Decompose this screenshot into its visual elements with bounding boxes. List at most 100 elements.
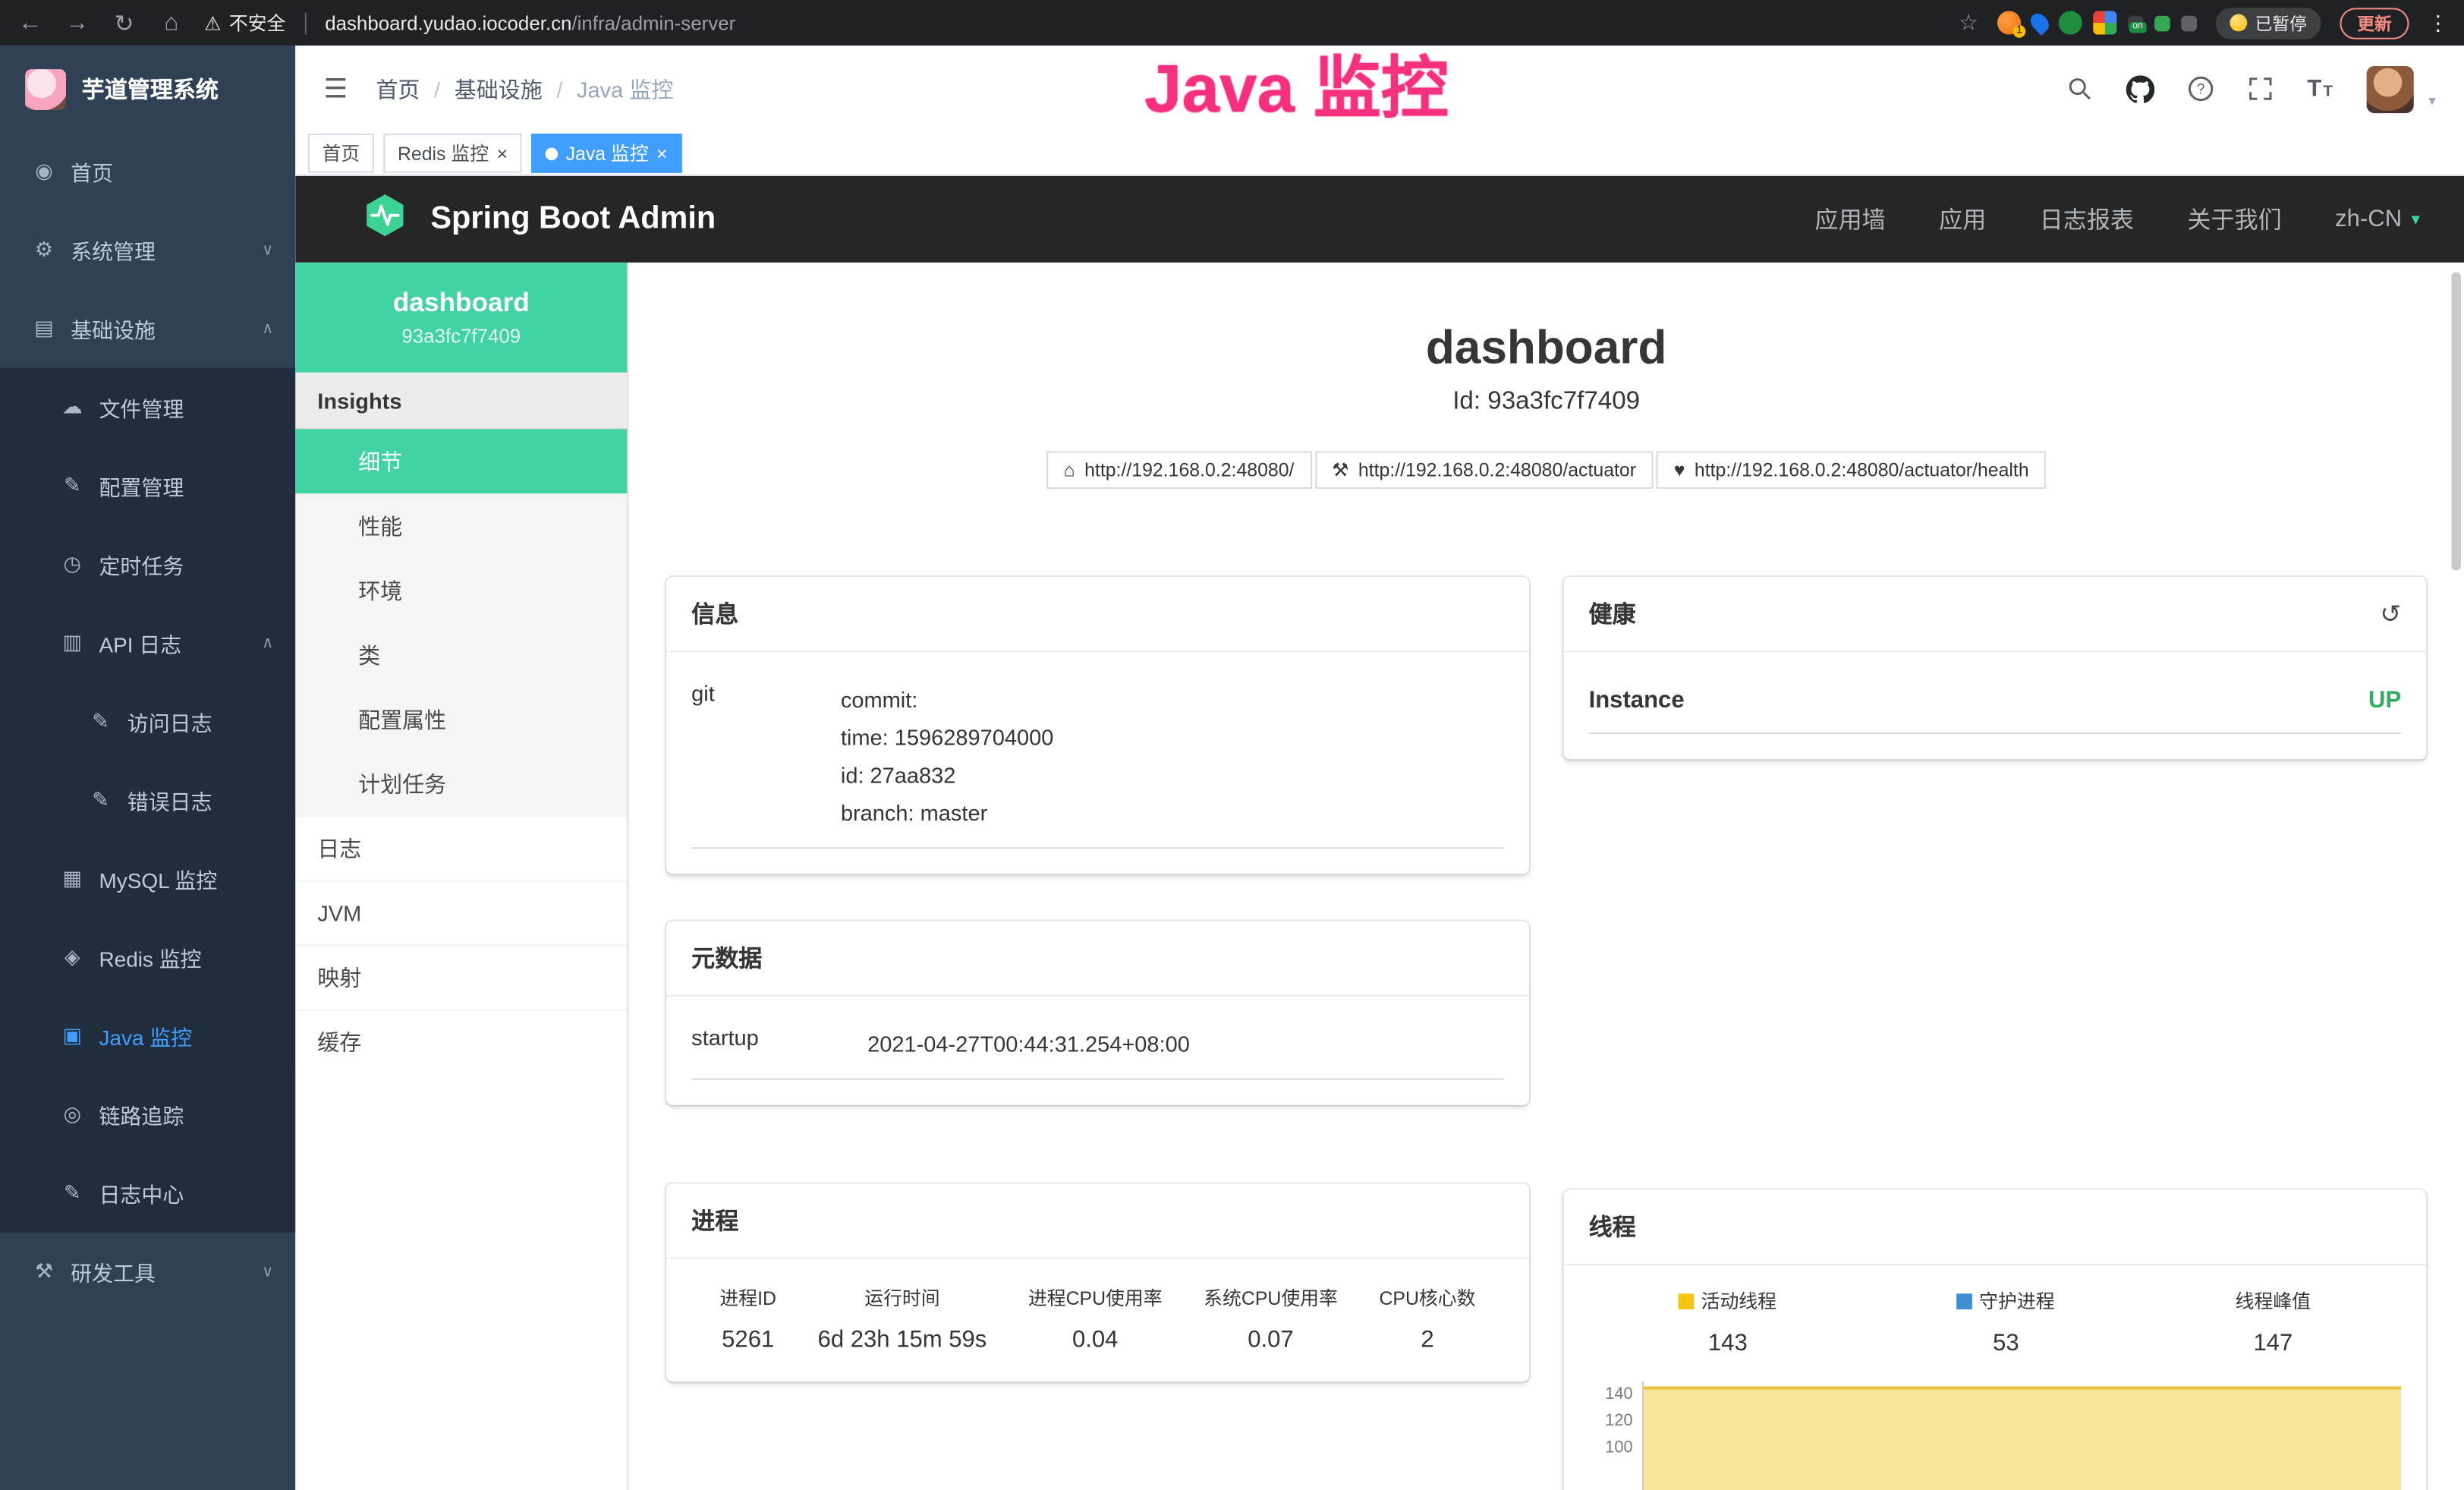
sidebar-item-system[interactable]: ⚙ 系统管理 ∨ [0,210,295,289]
sidebar-item-tracing[interactable]: ◎ 链路追踪 [0,1075,295,1154]
avatar[interactable] [2368,65,2415,112]
browser-chrome: ← → ↻ ⌂ ⚠ 不安全 dashboard.yudao.iocoder.cn… [0,0,2464,46]
security-indicator[interactable]: ⚠ 不安全 [204,9,285,36]
sidebar-item-home[interactable]: ◉ 首页 [0,132,295,211]
sba-app-id: 93a3fc7f7409 [401,326,521,348]
main-sidebar: 芋道管理系统 ◉ 首页 ⚙ 系统管理 ∨ ▤ 基础设施 ∧ ☁ 文件管理 ✎ 配… [0,46,295,1490]
page-subtitle: Id: 93a3fc7f7409 [628,388,2464,416]
sidebar-item-config[interactable]: ✎ 配置管理 [0,446,295,525]
close-icon[interactable]: × [496,142,508,164]
tab-home[interactable]: 首页 [308,134,374,173]
sba-item-details[interactable]: 细节 [295,429,627,493]
health-url-link[interactable]: ♥ http://192.168.0.2:48080/actuator/heal… [1657,451,2046,489]
tab-redis-monitor[interactable]: Redis 监控 × [383,134,521,173]
sidebar-item-mysql[interactable]: ▦ MySQL 监控 [0,840,295,918]
link-url: http://192.168.0.2:48080/ [1084,459,1294,481]
app-logo-row[interactable]: 芋道管理系统 [0,46,295,132]
legend-swatch-blue [1957,1293,1973,1309]
sidebar-item-label: MySQL 监控 [99,863,217,894]
forward-icon[interactable]: → [63,9,91,36]
extension-icon-leaf[interactable] [2154,15,2170,31]
sidebar-item-error-log[interactable]: ✎ 错误日志 [0,761,295,840]
chevron-down-icon: ▾ [2412,209,2420,229]
stat-label: 运行时间 [864,1284,939,1311]
breadcrumb-infra[interactable]: 基础设施 [455,73,543,104]
sidebar-item-log-center[interactable]: ✎ 日志中心 [0,1154,295,1233]
reload-icon[interactable]: ↻ [110,8,138,36]
sidebar-item-api-log[interactable]: ▥ API 日志 ∧ [0,603,295,682]
sba-locale-select[interactable]: zh-CN ▾ [2335,206,2420,232]
tab-label: Redis 监控 [398,140,489,166]
sba-item-caches[interactable]: 缓存 [295,1009,627,1073]
github-icon[interactable] [2126,74,2154,102]
hamburger-icon[interactable]: ☰ [324,73,348,104]
extension-icon-puzzle[interactable] [2181,15,2197,31]
infra-submenu: ☁ 文件管理 ✎ 配置管理 ◷ 定时任务 ▥ API 日志 ∧ ✎ 访问日志 ✎ [0,368,295,1233]
sba-nav-about[interactable]: 关于我们 [2187,203,2281,235]
back-icon[interactable]: ← [16,9,44,36]
edit-icon: ✎ [60,473,85,498]
sba-item-classes[interactable]: 类 [295,622,627,687]
bookmark-star-icon[interactable]: ☆ [1959,9,1978,36]
sidebar-item-label: 错误日志 [127,784,212,815]
metadata-key: startup [691,1025,867,1063]
sba-app-header[interactable]: dashboard 93a3fc7f7409 [295,263,627,373]
browser-menu-icon[interactable]: ⋮ [2428,10,2448,35]
sidebar-item-access-log[interactable]: ✎ 访问日志 [0,682,295,761]
breadcrumb-home[interactable]: 首页 [376,73,420,104]
health-card: 健康 ↺ Instance UP [1563,577,2426,759]
threads-card: 线程 活动线程 143 守护进程 [1563,1190,2426,1490]
avatar-caret-icon: ▾ [2428,92,2435,112]
sba-item-logs[interactable]: 日志 [295,816,627,880]
extension-icon-switch[interactable]: on [2128,15,2144,31]
extension-icon-green[interactable] [2059,11,2082,34]
tab-java-monitor[interactable]: Java 监控 × [531,134,681,173]
dashboard-icon: ◉ [31,159,56,184]
scrollbar-thumb[interactable] [2451,272,2460,570]
sba-app-name: dashboard [393,288,530,319]
extension-icon-orange[interactable]: 1 [1997,11,2021,34]
locale-value: zh-CN [2335,206,2402,232]
active-dot-icon [546,147,559,160]
sba-item-jvm[interactable]: JVM [295,880,627,945]
threads-legend: 活动线程 143 守护进程 53 线程峰值 [1589,1284,2402,1356]
extension-icon-drop[interactable] [2027,10,2053,36]
home-icon[interactable]: ⌂ [157,9,185,36]
sba-item-mappings[interactable]: 映射 [295,945,627,1010]
sidebar-item-devtools[interactable]: ⚒ 研发工具 ∨ [0,1233,295,1312]
sba-item-environment[interactable]: 环境 [295,558,627,622]
sba-item-configprops[interactable]: 配置属性 [295,687,627,751]
warning-icon: ⚠ [204,12,221,34]
stat-label: 系统CPU使用率 [1204,1284,1338,1311]
paused-pill[interactable]: 已暂停 [2216,7,2321,38]
stat-value: 6d 23h 15m 59s [818,1327,987,1353]
service-url-link[interactable]: ⌂ http://192.168.0.2:48080/ [1046,451,1311,489]
sba-item-metrics[interactable]: 性能 [295,493,627,558]
help-icon[interactable]: ? [2188,75,2214,102]
search-icon[interactable] [2066,75,2093,102]
update-button[interactable]: 更新 [2340,7,2409,38]
sba-item-scheduled-tasks[interactable]: 计划任务 [295,751,627,816]
sba-nav-applications[interactable]: 应用 [1939,203,1986,235]
sba-nav-wallboard[interactable]: 应用墙 [1815,203,1886,235]
address-bar[interactable]: dashboard.yudao.iocoder.cn/infra/admin-s… [325,12,735,34]
extensions-area: 1 on [1997,11,2197,34]
sidebar-item-label: 研发工具 [71,1256,156,1287]
history-icon[interactable]: ↺ [2380,598,2401,629]
legend-live-threads: 活动线程 143 [1679,1287,1776,1356]
sidebar-item-redis[interactable]: ◈ Redis 监控 [0,918,295,997]
sidebar-item-java[interactable]: ▣ Java 监控 [0,997,295,1076]
sidebar-item-files[interactable]: ☁ 文件管理 [0,368,295,447]
close-icon[interactable]: × [656,142,668,164]
fullscreen-icon[interactable] [2248,75,2274,102]
sba-nav-journal[interactable]: 日志报表 [2040,203,2134,235]
sidebar-item-jobs[interactable]: ◷ 定时任务 [0,525,295,604]
sidebar-item-infra[interactable]: ▤ 基础设施 ∧ [0,289,295,368]
font-size-icon[interactable]: TT [2307,75,2334,102]
actuator-url-link[interactable]: ⚒ http://192.168.0.2:48080/actuator [1314,451,1653,489]
edit-icon: ✎ [88,709,113,734]
sba-brand[interactable]: Spring Boot Admin [430,201,716,238]
extension-icon-grid[interactable] [2093,11,2116,34]
gear-icon: ⚙ [31,238,56,263]
security-label: 不安全 [229,9,286,36]
